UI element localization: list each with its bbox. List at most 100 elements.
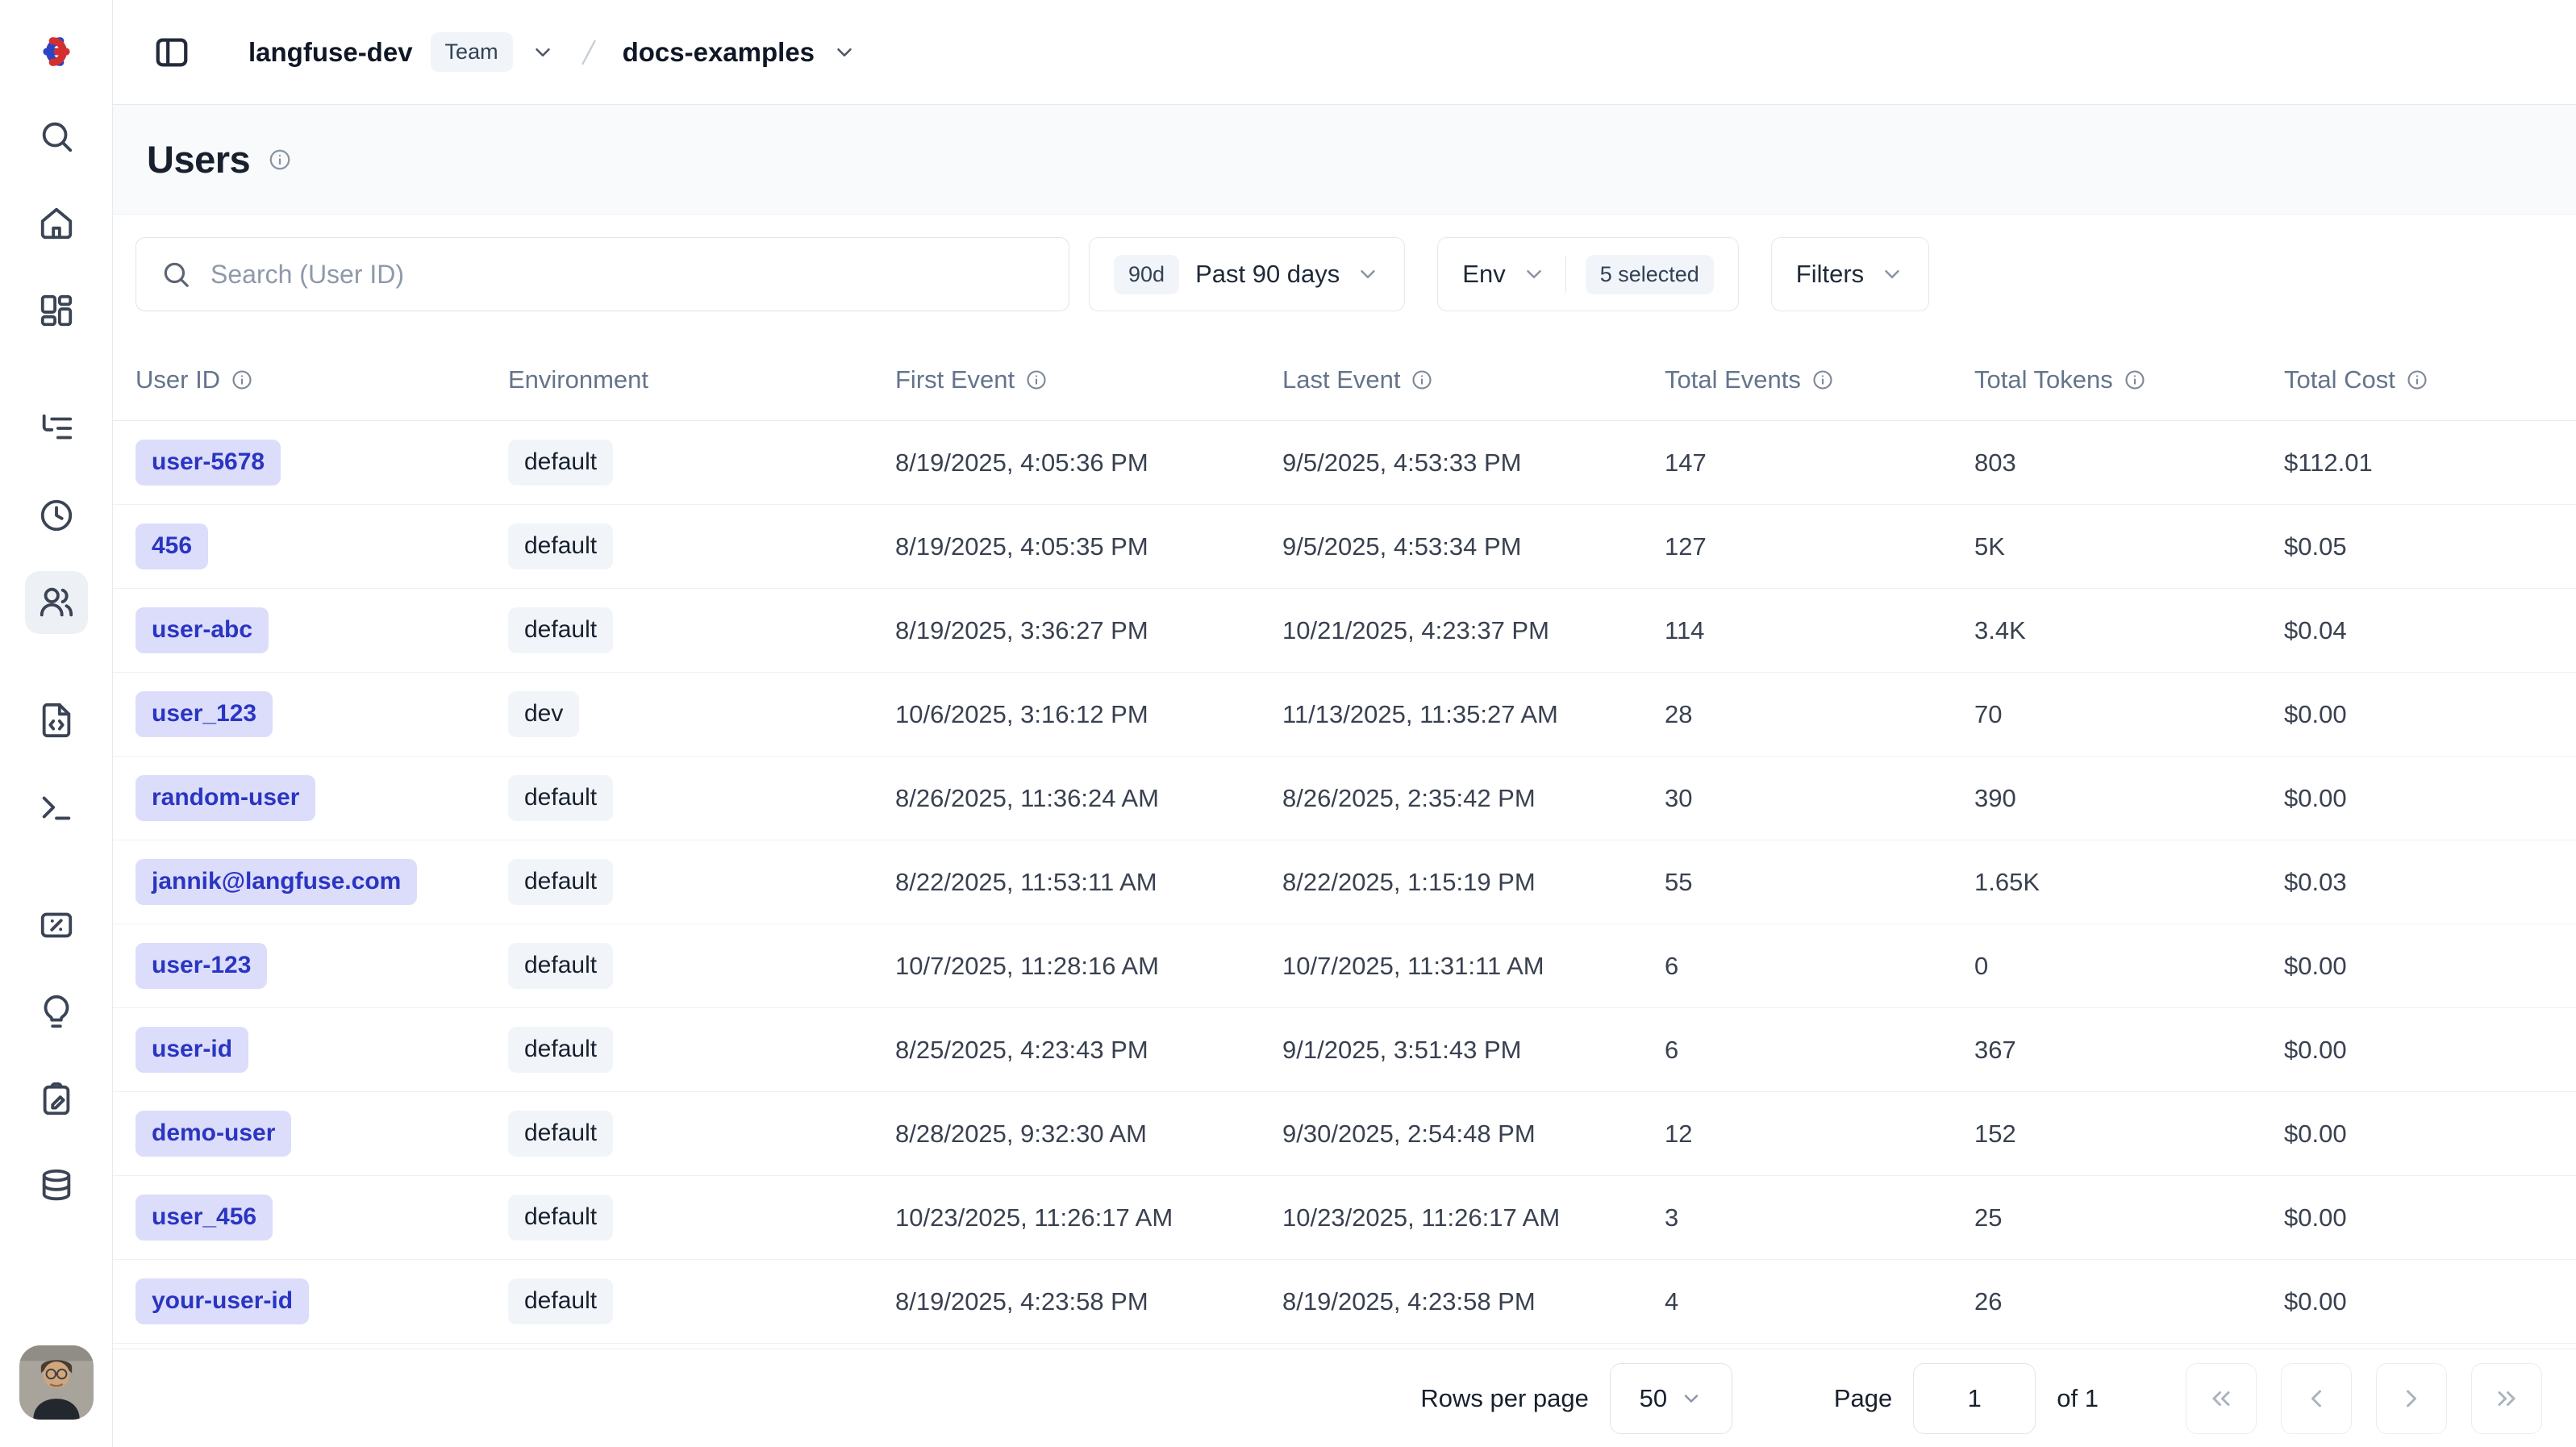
table-row[interactable]: jannik@langfuse.com default 8/22/2025, 1… (113, 840, 2576, 924)
sidebar-item-users[interactable] (25, 571, 88, 634)
user-id-cell: user_123 (135, 691, 508, 737)
org-name[interactable]: langfuse-dev (248, 37, 413, 68)
time-range-badge: 90d (1114, 255, 1179, 294)
user-avatar[interactable] (19, 1345, 94, 1420)
table-body: user-5678 default 8/19/2025, 4:05:36 PM … (113, 421, 2576, 1344)
column-header-user-id[interactable]: User ID (135, 365, 508, 394)
sidebar-item-sessions[interactable] (25, 484, 88, 547)
page-info-icon[interactable] (268, 148, 292, 172)
top-bar: langfuse-dev Team docs-examples (113, 0, 2576, 105)
breadcrumb: langfuse-dev Team docs-examples (248, 32, 857, 72)
page-count-label: of 1 (2057, 1384, 2099, 1413)
total-cost-cell: $0.00 (2284, 784, 2576, 813)
filters-button[interactable]: Filters (1771, 237, 1929, 311)
column-header-total-tokens[interactable]: Total Tokens (1974, 365, 2284, 394)
percent-card-icon (38, 907, 75, 944)
search-icon (38, 118, 75, 155)
total-tokens-cell: 25 (1974, 1203, 2284, 1232)
chevron-down-icon (1356, 262, 1380, 286)
environment-cell: dev (508, 691, 895, 737)
info-icon (231, 369, 253, 391)
sidebar-item-evaluation[interactable] (25, 894, 88, 957)
sidebar-item-dashboards[interactable] (25, 279, 88, 342)
table-row[interactable]: random-user default 8/26/2025, 11:36:24 … (113, 757, 2576, 840)
table-row[interactable]: user-id default 8/25/2025, 4:23:43 PM 9/… (113, 1008, 2576, 1092)
table-row[interactable]: demo-user default 8/28/2025, 9:32:30 AM … (113, 1092, 2576, 1176)
user-id-badge[interactable]: user-abc (135, 607, 269, 653)
sidebar-item-prompts[interactable] (25, 689, 88, 752)
total-tokens-cell: 26 (1974, 1287, 2284, 1316)
environment-cell: default (508, 1195, 895, 1241)
users-icon (38, 584, 75, 621)
project-chevron-down-icon[interactable] (832, 40, 857, 65)
sidebar-item-insights[interactable] (25, 981, 88, 1044)
sidebar-item-playground[interactable] (25, 776, 88, 839)
table-row[interactable]: user-123 default 10/7/2025, 11:28:16 AM … (113, 924, 2576, 1008)
environment-badge: default (508, 859, 613, 905)
user-id-badge[interactable]: user-id (135, 1027, 248, 1073)
chevron-left-icon (2302, 1384, 2331, 1413)
environment-badge: default (508, 1278, 613, 1324)
time-range-label: Past 90 days (1195, 260, 1340, 289)
env-filter-button[interactable]: Env 5 selected (1437, 237, 1739, 311)
total-events-cell: 147 (1665, 448, 1974, 477)
time-range-button[interactable]: 90d Past 90 days (1089, 237, 1405, 311)
page-number-input[interactable] (1913, 1363, 2036, 1434)
org-chevron-down-icon[interactable] (531, 40, 555, 65)
user-id-badge[interactable]: your-user-id (135, 1278, 309, 1324)
last-event-cell: 11/13/2025, 11:35:27 AM (1282, 700, 1665, 729)
total-tokens-cell: 390 (1974, 784, 2284, 813)
next-page-button[interactable] (2376, 1363, 2447, 1434)
first-page-button[interactable] (2186, 1363, 2257, 1434)
column-header-last-event[interactable]: Last Event (1282, 365, 1665, 394)
column-header-environment[interactable]: Environment (508, 365, 895, 394)
table-row[interactable]: your-user-id default 8/19/2025, 4:23:58 … (113, 1260, 2576, 1344)
user-id-badge[interactable]: user-123 (135, 943, 267, 989)
search-box (135, 237, 1069, 311)
total-cost-cell: $0.03 (2284, 868, 2576, 897)
rows-per-page-label: Rows per page (1420, 1384, 1589, 1413)
environment-badge: default (508, 1111, 613, 1157)
total-events-cell: 4 (1665, 1287, 1974, 1316)
table-row[interactable]: user-5678 default 8/19/2025, 4:05:36 PM … (113, 421, 2576, 505)
env-selected-badge: 5 selected (1586, 255, 1714, 294)
project-name[interactable]: docs-examples (623, 37, 815, 68)
user-id-badge[interactable]: user_456 (135, 1195, 273, 1241)
sidebar-toggle-button[interactable] (145, 26, 198, 79)
last-page-button[interactable] (2471, 1363, 2542, 1434)
sidebar-item-search[interactable] (25, 105, 88, 168)
column-header-total-events[interactable]: Total Events (1665, 365, 1974, 394)
table-row[interactable]: user_456 default 10/23/2025, 11:26:17 AM… (113, 1176, 2576, 1260)
user-id-cell: random-user (135, 775, 508, 821)
sidebar-item-annotation[interactable] (25, 1068, 88, 1131)
sidebar-item-tracing[interactable] (25, 397, 88, 460)
user-id-badge[interactable]: demo-user (135, 1111, 291, 1157)
total-cost-cell: $0.00 (2284, 700, 2576, 729)
rows-per-page-select[interactable]: 50 (1610, 1363, 1732, 1434)
column-header-first-event[interactable]: First Event (895, 365, 1282, 394)
total-cost-cell: $0.00 (2284, 952, 2576, 981)
user-id-badge[interactable]: jannik@langfuse.com (135, 859, 417, 905)
dashboard-grid-icon (38, 292, 75, 329)
column-header-total-cost[interactable]: Total Cost (2284, 365, 2576, 394)
last-event-cell: 10/21/2025, 4:23:37 PM (1282, 616, 1665, 645)
total-cost-cell: $0.04 (2284, 616, 2576, 645)
table-row[interactable]: user_123 dev 10/6/2025, 3:16:12 PM 11/13… (113, 673, 2576, 757)
search-input[interactable] (210, 260, 1044, 290)
user-id-badge[interactable]: random-user (135, 775, 315, 821)
sidebar-item-home[interactable] (25, 192, 88, 255)
previous-page-button[interactable] (2281, 1363, 2352, 1434)
sidebar-item-datasets[interactable] (25, 1155, 88, 1218)
environment-badge: dev (508, 691, 579, 737)
user-id-cell: user-5678 (135, 440, 508, 486)
table-row[interactable]: user-abc default 8/19/2025, 3:36:27 PM 1… (113, 589, 2576, 673)
langfuse-logo[interactable] (0, 0, 113, 103)
user-id-cell: jannik@langfuse.com (135, 859, 508, 905)
terminal-icon (38, 789, 75, 826)
user-id-badge[interactable]: user-5678 (135, 440, 281, 486)
user-id-badge[interactable]: 456 (135, 523, 208, 569)
user-id-badge[interactable]: user_123 (135, 691, 273, 737)
table-row[interactable]: 456 default 8/19/2025, 4:05:35 PM 9/5/20… (113, 505, 2576, 589)
chevron-right-icon (2397, 1384, 2426, 1413)
environment-badge: default (508, 943, 613, 989)
